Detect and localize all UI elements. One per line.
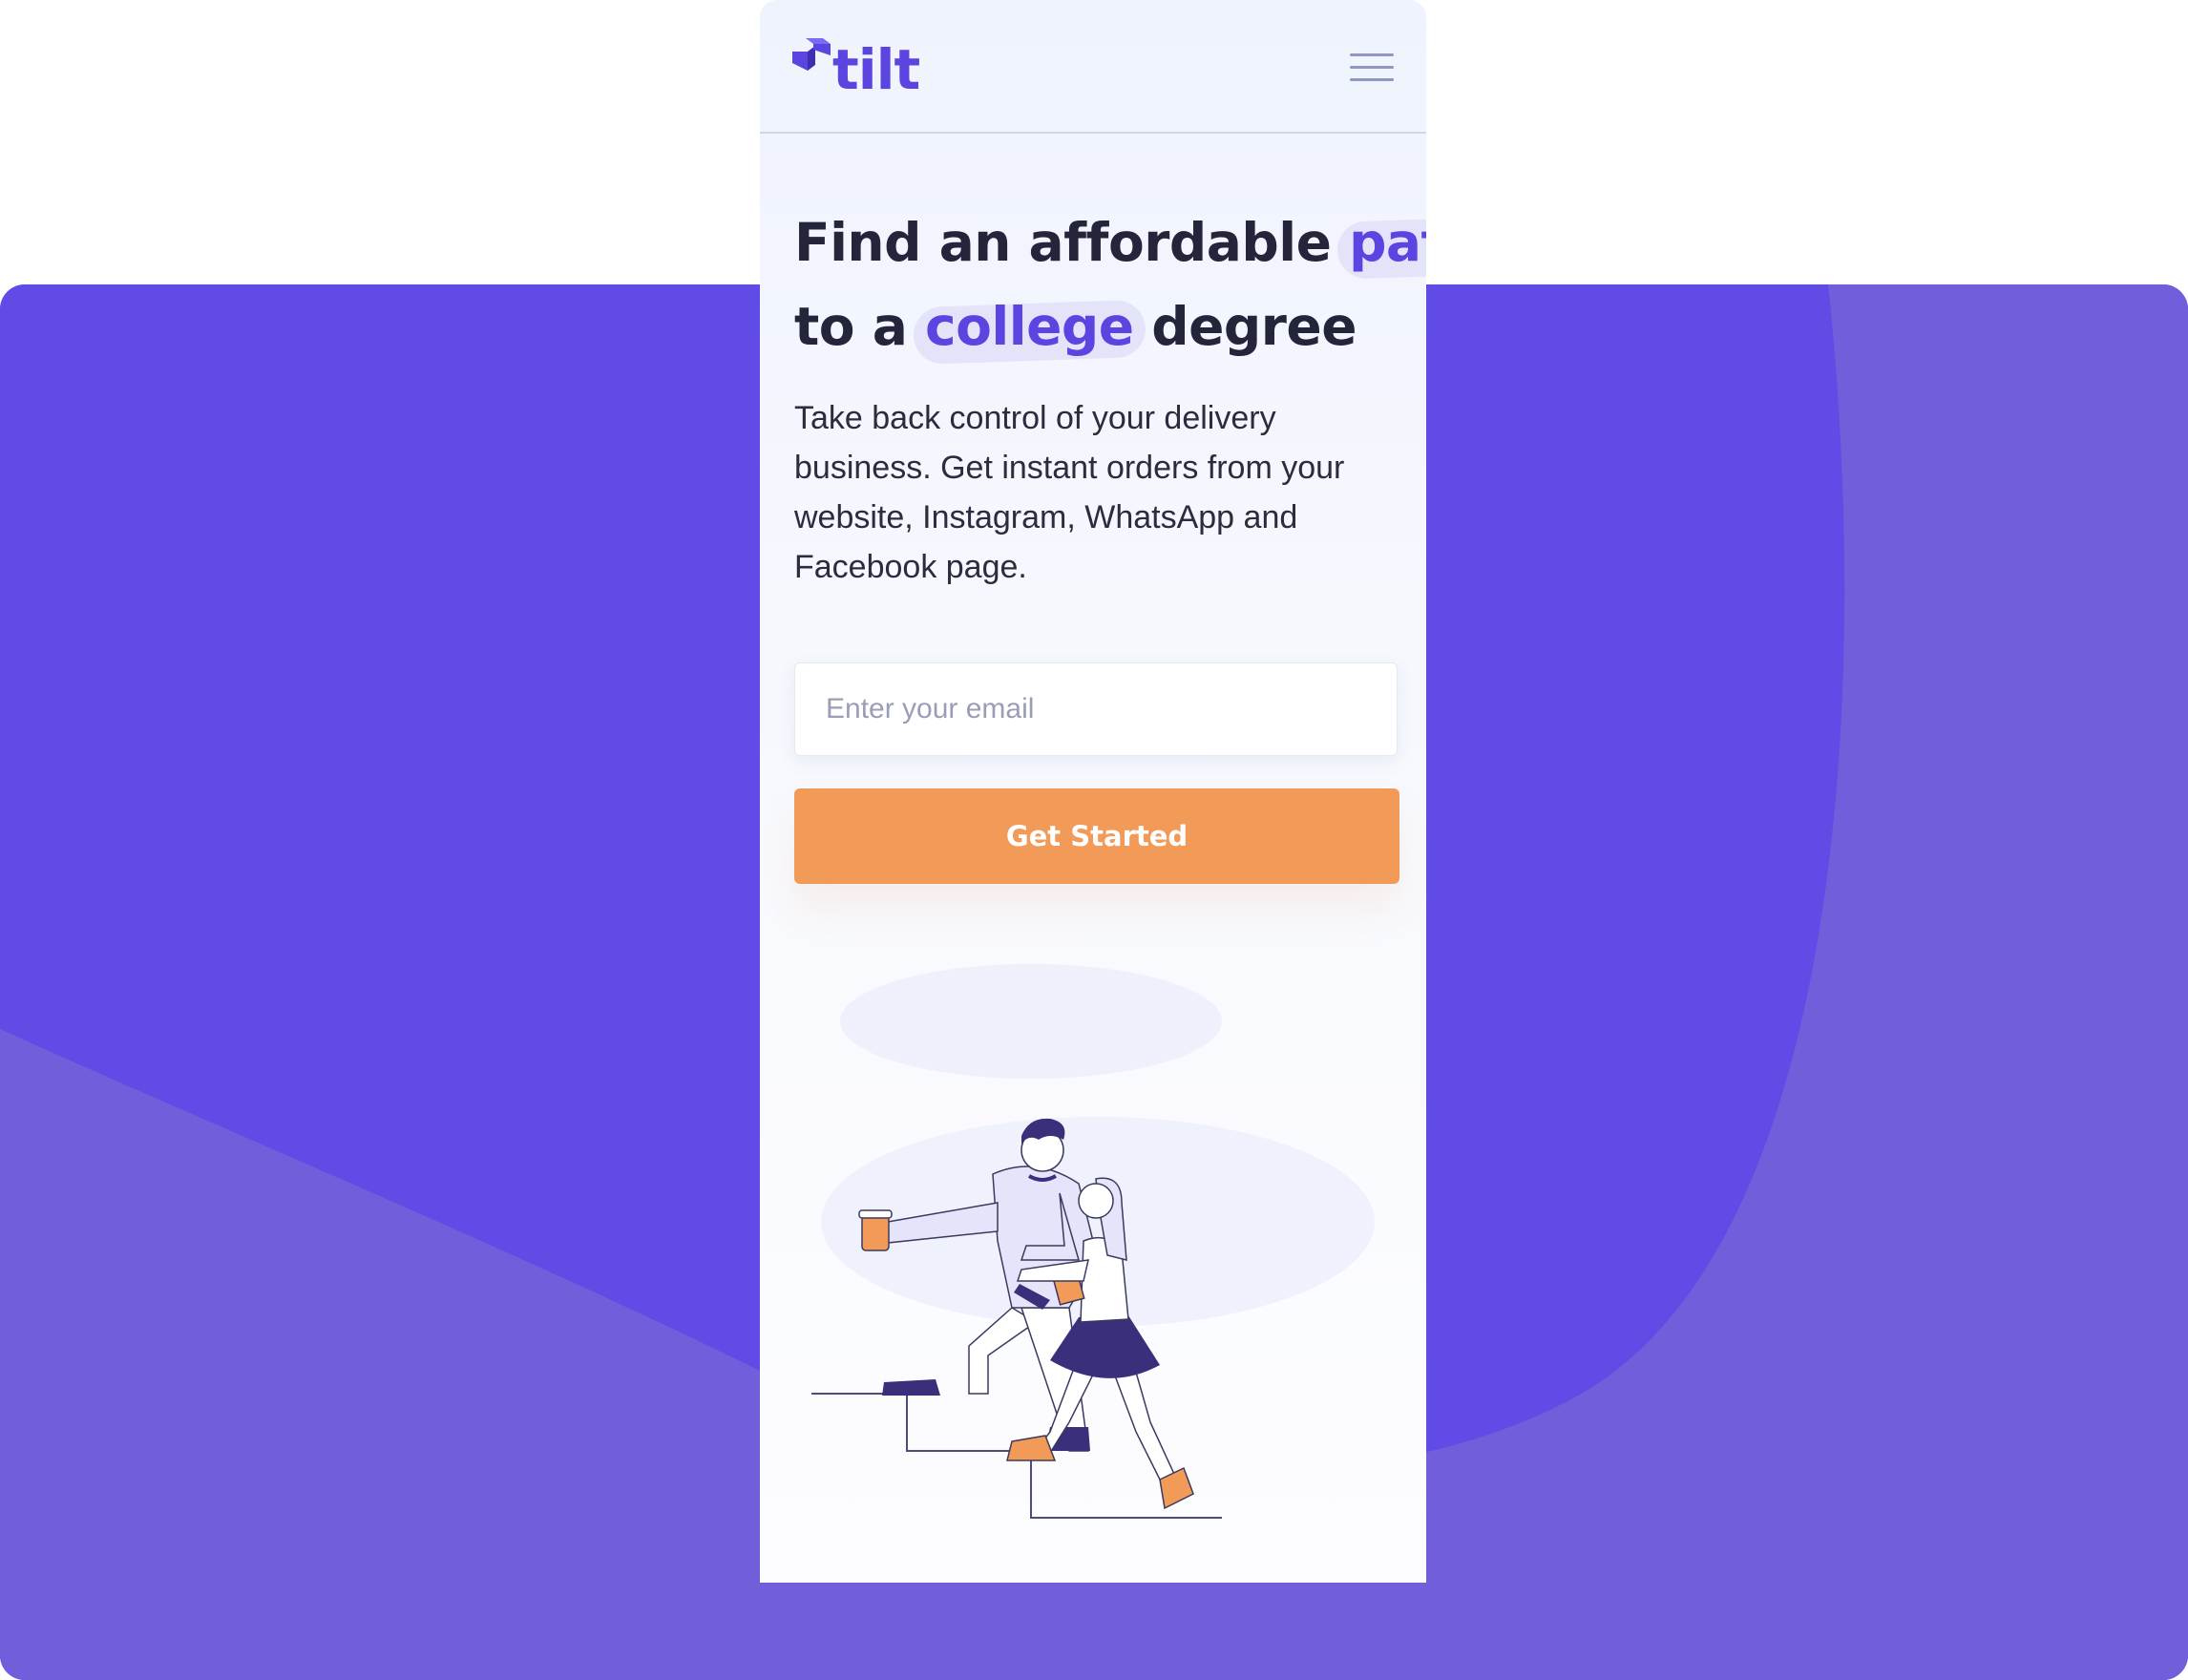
brand-logo[interactable]: tilt — [792, 36, 926, 113]
headline-text-2: to a — [794, 296, 908, 357]
hamburger-menu-icon[interactable] — [1350, 53, 1394, 88]
hero-description: Take back control of your delivery busin… — [794, 400, 1345, 585]
get-started-button[interactable]: Get Started — [794, 788, 1399, 884]
headline-text-3: degree — [1151, 296, 1357, 357]
email-input[interactable] — [794, 662, 1398, 756]
headline-highlight-path: path — [1349, 212, 1426, 273]
people-climbing-stairs-illustration — [811, 964, 1375, 1519]
headline-text-1: Find an affordable — [794, 212, 1332, 273]
site-header: tilt — [760, 0, 1426, 134]
mobile-frame: tilt Find an affordable path to a colleg… — [760, 0, 1426, 1583]
hero-headline: Find an affordable path to a college deg… — [794, 200, 1426, 368]
headline-highlight-college: college — [925, 296, 1134, 357]
brand-name: tilt — [832, 37, 920, 102]
